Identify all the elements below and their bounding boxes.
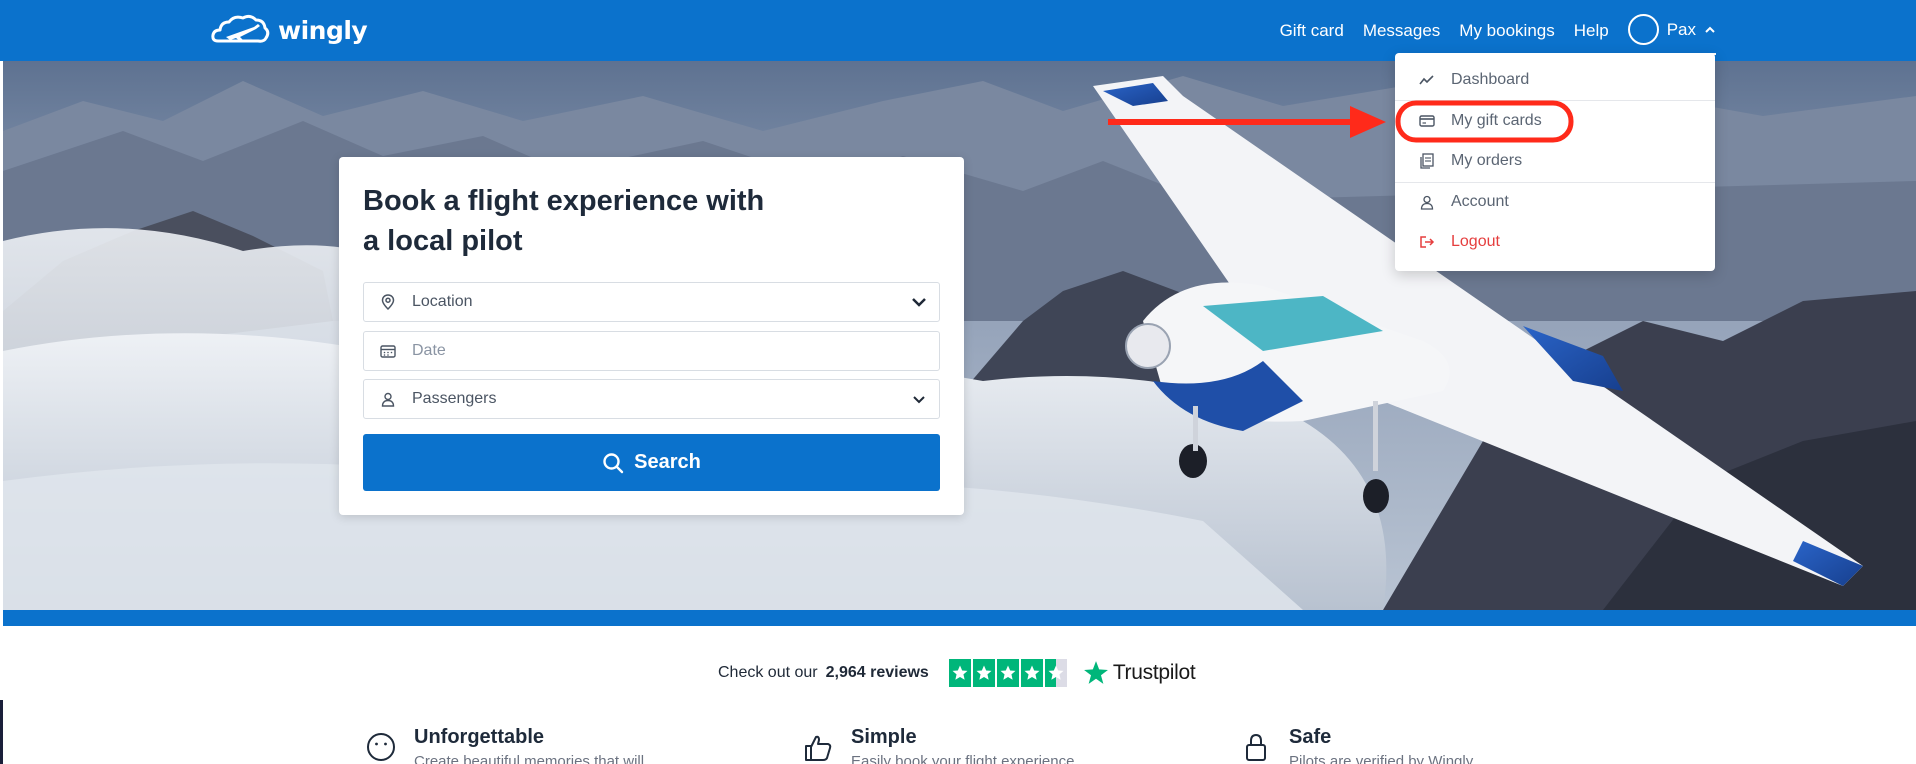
feature-title: Simple (851, 726, 917, 748)
menu-label-account: Account (1451, 193, 1509, 210)
star-icon (1020, 659, 1043, 687)
date-input[interactable]: Date (363, 331, 940, 371)
user-name: Pax (1666, 19, 1696, 39)
chart-line-icon (1395, 74, 1451, 86)
star-icon (948, 659, 971, 687)
date-placeholder: Date (412, 342, 446, 359)
credit-card-icon (1395, 115, 1451, 127)
wingly-logo[interactable]: wingly (210, 11, 368, 49)
chevron-down-icon (899, 297, 939, 307)
passengers-select[interactable]: Passengers (363, 379, 940, 419)
nav-my-bookings[interactable]: My bookings (1459, 21, 1554, 41)
nav-gift-card[interactable]: Gift card (1280, 21, 1344, 41)
reviews-prefix: Check out our (718, 664, 818, 681)
card-title: Book a flight experience with a local pi… (363, 185, 765, 257)
thumbs-up-icon (803, 724, 835, 764)
trustpilot-reviews[interactable]: Check out our 2,964 reviews Trustpilot (718, 657, 1196, 689)
search-card: Book a flight experience with a local pi… (339, 157, 964, 515)
menu-label-my-gift-cards: My gift cards (1451, 112, 1542, 129)
brand-name: wingly (278, 15, 368, 45)
chevron-up-icon (1705, 26, 1715, 33)
feature-safe: Safe Pilots are verified by Wingly (1241, 724, 1473, 764)
feature-description: Pilots are verified by Wingly (1289, 753, 1474, 764)
main-nav: Gift card Messages My bookings Help Pax (1280, 0, 1716, 61)
nav-messages[interactable]: Messages (1363, 21, 1440, 41)
logout-icon (1395, 235, 1451, 249)
cloud-plane-icon (211, 14, 270, 43)
lock-icon (1241, 724, 1273, 764)
user-dropdown-menu: Dashboard My gift cards My orders Accoun… (1395, 53, 1715, 271)
location-placeholder: Location (412, 293, 473, 310)
star-icon (996, 659, 1019, 687)
menu-item-my-gift-cards[interactable]: My gift cards (1395, 101, 1715, 141)
hero-bottom-bar (3, 610, 1916, 626)
star-rating (948, 659, 1067, 687)
menu-item-account[interactable]: Account (1395, 182, 1715, 222)
half-star-icon (1044, 659, 1067, 687)
feature-description: Easily book your flight experience (851, 753, 1075, 764)
trustpilot-logo: Trustpilot (1083, 660, 1196, 686)
location-select[interactable]: Location (363, 282, 940, 322)
menu-item-logout[interactable]: Logout (1395, 222, 1715, 262)
trustpilot-brand: Trustpilot (1112, 661, 1196, 684)
menu-label-my-orders: My orders (1451, 152, 1523, 169)
feature-title: Unforgettable (414, 726, 544, 748)
search-label: Search (634, 451, 701, 473)
avatar (1627, 14, 1659, 45)
user-icon (364, 392, 412, 407)
star-icon (972, 659, 995, 687)
feature-title: Safe (1289, 726, 1332, 748)
map-pin-icon (364, 294, 412, 310)
top-navbar: wingly Gift card Messages My bookings He… (0, 0, 1916, 61)
nav-help[interactable]: Help (1574, 21, 1609, 41)
smile-icon (366, 724, 398, 764)
search-button[interactable]: Search (363, 434, 940, 491)
menu-item-dashboard[interactable]: Dashboard (1395, 60, 1715, 100)
menu-label-dashboard: Dashboard (1451, 71, 1530, 88)
receipt-icon (1395, 153, 1451, 169)
trustpilot-star-icon (1083, 661, 1108, 684)
feature-description: Create beautiful memories that will (414, 753, 645, 764)
feature-unforgettable: Unforgettable Create beautiful memories … (366, 724, 644, 764)
user-icon (1395, 195, 1451, 210)
chevron-down-icon (899, 395, 939, 404)
left-edge-strip (0, 700, 3, 764)
search-icon (603, 452, 624, 473)
menu-item-my-orders[interactable]: My orders (1395, 141, 1715, 181)
menu-label-logout: Logout (1451, 233, 1500, 250)
reviews-count: 2,964 reviews (825, 664, 929, 681)
user-menu-toggle[interactable]: Pax (1627, 7, 1716, 55)
calendar-icon (364, 344, 412, 358)
passengers-placeholder: Passengers (412, 390, 497, 407)
feature-simple: Simple Easily book your flight experienc… (803, 724, 1074, 764)
